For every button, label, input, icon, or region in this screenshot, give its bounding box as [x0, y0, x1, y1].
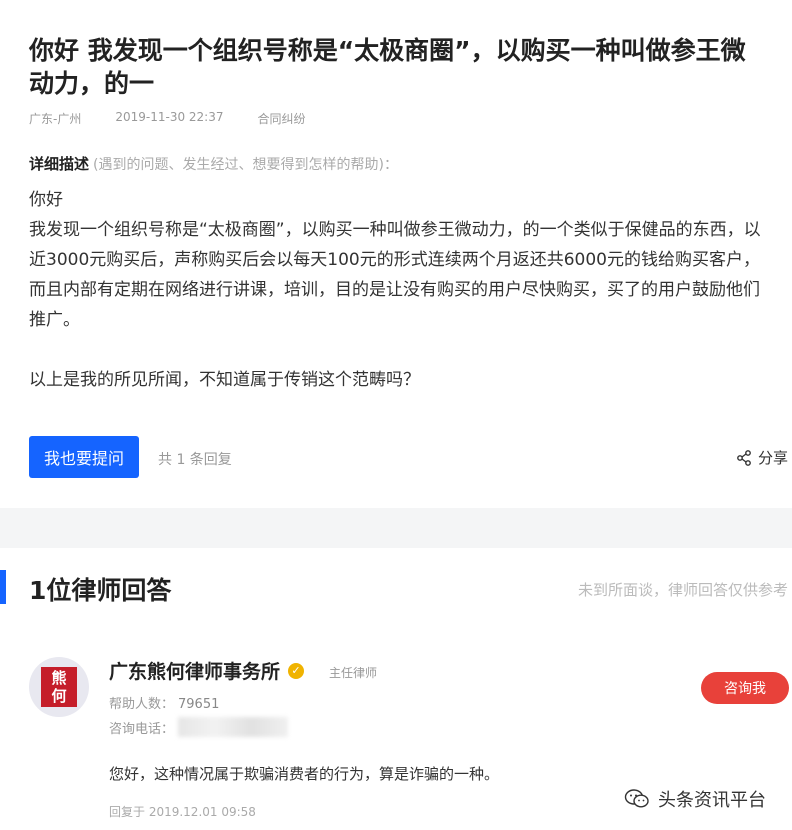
- verified-icon: ✓: [288, 662, 305, 679]
- lawyer-role: 主任律师: [329, 666, 378, 680]
- question-title: 你好 我发现一个组织号称是“太极商圈”，以购买一种叫做参王微动力，的一: [29, 36, 746, 98]
- phone-row: 咨询电话：: [109, 717, 289, 737]
- phone-redacted: [178, 717, 289, 737]
- share-icon: [737, 449, 751, 466]
- description-hint: (遇到的问题、发生经过、想要得到怎样的帮助)：: [93, 157, 398, 173]
- question-date: 2019-11-30 22:37: [115, 110, 224, 124]
- question-card: 你好 我发现一个组织号称是“太极商圈”，以购买一种叫做参王微动力，的一 广东-广…: [0, 0, 792, 508]
- answers-title: 1位律师回答: [29, 576, 172, 605]
- consult-button[interactable]: 咨询我: [701, 672, 789, 704]
- share-button[interactable]: 分享: [736, 447, 788, 468]
- description-label: 详细描述: [29, 155, 90, 173]
- lawyer-firm-name[interactable]: 广东熊何律师事务所 ✓: [109, 657, 305, 684]
- answer-time: 回复于 2019.12.01 09:58: [109, 805, 256, 819]
- body-main: 我发现一个组织号称是“太极商圈”，以购买一种叫做参王微动力，的一个类似于保健品的…: [29, 220, 761, 330]
- description-header: 详细描述 (遇到的问题、发生经过、想要得到怎样的帮助)：: [29, 153, 398, 174]
- body-end: 以上是我的所见所闻，不知道属于传销这个范畴吗？: [29, 370, 420, 390]
- firm-logo: 熊 何: [41, 667, 77, 707]
- question-body: 你好 我发现一个组织号称是“太极商圈”，以购买一种叫做参王微动力，的一个类似于保…: [29, 185, 769, 395]
- share-label: 分享: [757, 449, 788, 467]
- answers-disclaimer: 未到所面谈，律师回答仅供参考: [577, 581, 788, 599]
- lawyer-avatar[interactable]: 熊 何: [29, 657, 89, 717]
- section-accent-bar: [0, 570, 6, 604]
- question-location: 广东-广州: [29, 112, 82, 126]
- watermark: 头条资讯平台: [624, 786, 766, 812]
- help-count-row: 帮助人数： 79651: [109, 693, 219, 712]
- watermark-text: 头条资讯平台: [658, 790, 766, 811]
- question-meta: 广东-广州 2019-11-30 22:37 合同纠纷: [29, 110, 340, 127]
- question-category[interactable]: 合同纠纷: [257, 110, 305, 127]
- body-greeting: 你好: [29, 190, 63, 210]
- phone-label: 咨询电话：: [109, 721, 175, 737]
- help-count-label: 帮助人数：: [109, 697, 175, 712]
- answer-text: 您好，这种情况属于欺骗消费者的行为，算是诈骗的一种。: [109, 765, 500, 783]
- wechat-icon: [624, 789, 649, 808]
- ask-question-button[interactable]: 我也要提问: [29, 436, 139, 478]
- help-count-value: 79651: [178, 697, 220, 712]
- reply-count: 共 1 条回复: [158, 452, 232, 468]
